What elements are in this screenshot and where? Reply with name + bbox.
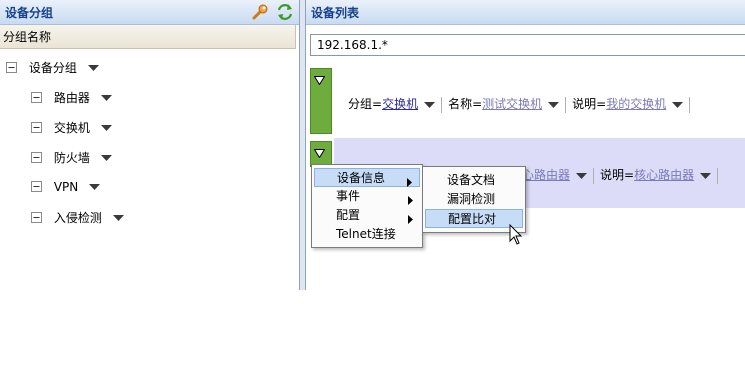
tree-node-label: 设备分组: [28, 61, 77, 75]
tree-node-vpn[interactable]: VPN: [31, 179, 101, 197]
tree-node-label: 路由器: [53, 91, 90, 105]
collapse-icon[interactable]: [31, 92, 42, 103]
field-divider: [717, 167, 719, 184]
refresh-icon[interactable]: [276, 3, 294, 24]
tree-node-label: 入侵检测: [53, 211, 102, 225]
desc-field-label: 说明=: [572, 97, 607, 111]
chevron-down-icon[interactable]: [672, 98, 684, 112]
chevron-down-icon[interactable]: [87, 61, 99, 75]
field-divider: [593, 167, 595, 184]
tree-node-label: 交换机: [53, 121, 90, 135]
menu-item-device-info[interactable]: 设备信息: [314, 168, 420, 187]
group-name-column-label: 分组名称: [3, 30, 52, 44]
device-group-panel: 设备分组 分组名称 设备分组 路由器 交换机 防火墙 VPN 入侵检测: [0, 0, 300, 290]
chevron-down-icon[interactable]: [424, 98, 436, 112]
menu-item-label: 配置: [336, 208, 361, 222]
chevron-down-icon[interactable]: [100, 121, 112, 135]
collapse-icon[interactable]: [31, 181, 42, 192]
name-field-value[interactable]: 心路由器: [522, 168, 570, 182]
group-field-label: 分组=: [348, 97, 383, 111]
row1-fields: 分组=交换机 名称=测试交换机 说明=我的交换机: [348, 95, 696, 113]
device-filter-input[interactable]: 192.168.1.*: [310, 34, 745, 56]
menu-item-config[interactable]: 配置: [314, 206, 420, 225]
menu-item-events[interactable]: 事件: [314, 187, 420, 206]
menu-item-label: 漏洞检测: [447, 192, 496, 206]
collapse-icon[interactable]: [31, 122, 42, 133]
device-list-title: 设备列表: [311, 6, 360, 20]
menu-item-label: 设备信息: [337, 171, 386, 185]
tree-node-firewall[interactable]: 防火墙: [31, 149, 112, 167]
field-divider: [565, 96, 567, 113]
context-menu: 设备信息 事件 配置 Telnet连接: [311, 164, 423, 248]
submenu-item-vuln-scan[interactable]: 漏洞检测: [425, 190, 523, 209]
desc-field-label: 说明=: [600, 168, 635, 182]
chevron-down-icon[interactable]: [700, 169, 712, 183]
desc-field-value[interactable]: 我的交换机: [606, 97, 666, 111]
tree-node-ids[interactable]: 入侵检测: [31, 209, 124, 227]
collapse-icon[interactable]: [6, 62, 22, 73]
device-list-header: 设备列表: [306, 0, 745, 25]
tree-node-root[interactable]: 设备分组: [6, 59, 99, 77]
tree-node-router[interactable]: 路由器: [31, 89, 112, 107]
device-group-title: 设备分组: [5, 6, 54, 20]
tree-node-label: 防火墙: [53, 151, 90, 165]
collapse-icon[interactable]: [31, 152, 42, 163]
menu-item-label: 设备文档: [447, 173, 496, 187]
tree-node-label: VPN: [53, 179, 79, 194]
name-field-value[interactable]: 测试交换机: [482, 97, 542, 111]
menu-item-label: 事件: [336, 189, 361, 203]
chevron-down-icon[interactable]: [548, 98, 560, 112]
triangle-down-icon[interactable]: [313, 74, 326, 88]
field-divider: [689, 96, 691, 113]
row2-fields: 心路由器 说明=核心路由器: [522, 166, 724, 184]
group-name-column-header[interactable]: 分组名称: [0, 25, 296, 49]
menu-item-telnet[interactable]: Telnet连接: [314, 225, 420, 244]
chevron-down-icon[interactable]: [89, 180, 101, 194]
chevron-down-icon[interactable]: [112, 211, 124, 225]
name-field-label: 名称=: [448, 97, 483, 111]
field-divider: [441, 96, 443, 113]
device-group-header: 设备分组: [0, 0, 299, 25]
row-expand-marker[interactable]: [310, 68, 332, 134]
menu-item-label: Telnet连接: [336, 227, 396, 241]
group-field-value[interactable]: 交换机: [382, 97, 418, 111]
chevron-down-icon[interactable]: [100, 151, 112, 165]
desc-field-value[interactable]: 核心路由器: [634, 168, 694, 182]
wrench-icon[interactable]: [251, 3, 269, 24]
menu-item-label: 配置比对: [448, 212, 497, 226]
tree-node-switch[interactable]: 交换机: [31, 119, 112, 137]
mouse-cursor-icon: [509, 223, 523, 249]
chevron-down-icon[interactable]: [576, 169, 588, 183]
context-submenu: 设备文档 漏洞检测 配置比对: [422, 166, 526, 233]
submenu-item-device-docs[interactable]: 设备文档: [425, 171, 523, 190]
chevron-down-icon[interactable]: [100, 91, 112, 105]
collapse-icon[interactable]: [31, 212, 42, 223]
triangle-down-icon[interactable]: [313, 147, 326, 161]
